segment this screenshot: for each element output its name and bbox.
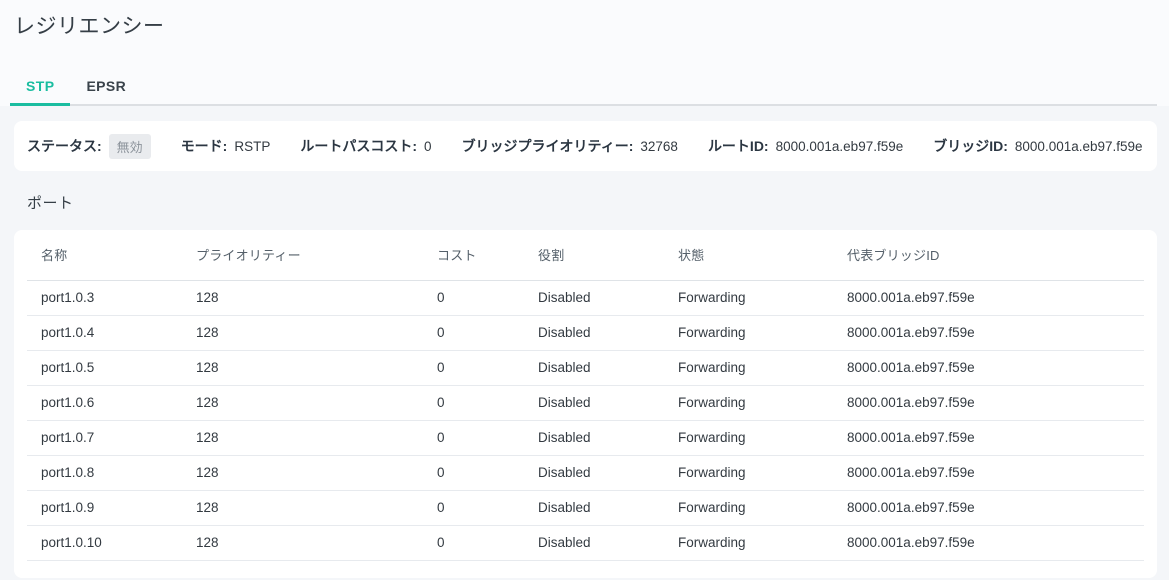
cost-cell: 0 xyxy=(423,280,524,315)
table-row: port1.0.41280DisabledForwarding8000.001a… xyxy=(27,315,1144,350)
tab-bar: STP EPSR xyxy=(10,66,1157,106)
port-name-cell: port1.0.7 xyxy=(27,420,182,455)
cost-cell: 0 xyxy=(423,385,524,420)
state-cell: Forwarding xyxy=(664,525,833,560)
port-table-card: 名称 プライオリティー コスト 役割 状態 代表ブリッジID port1.0.3… xyxy=(14,230,1157,578)
designated-bridge-id-cell: 8000.001a.eb97.f59e xyxy=(833,350,1144,385)
root-path-cost-field: ルートパスコスト: 0 xyxy=(300,136,431,156)
bridge-priority-label: ブリッジプライオリティー: xyxy=(462,136,634,156)
bridge-priority-field: ブリッジプライオリティー: 32768 xyxy=(462,136,678,156)
page-header: レジリエンシー STP EPSR xyxy=(0,0,1169,106)
table-row: port1.0.61280DisabledForwarding8000.001a… xyxy=(27,385,1144,420)
role-cell: Disabled xyxy=(524,525,664,560)
role-cell: Disabled xyxy=(524,350,664,385)
root-id-label: ルートID: xyxy=(708,136,769,156)
state-cell: Forwarding xyxy=(664,385,833,420)
port-name-cell: port1.0.9 xyxy=(27,490,182,525)
cost-cell: 0 xyxy=(423,420,524,455)
role-cell: Disabled xyxy=(524,385,664,420)
designated-bridge-id-cell: 8000.001a.eb97.f59e xyxy=(833,455,1144,490)
port-table: 名称 プライオリティー コスト 役割 状態 代表ブリッジID port1.0.3… xyxy=(27,230,1144,561)
tab-stp[interactable]: STP xyxy=(10,66,70,104)
designated-bridge-id-cell: 8000.001a.eb97.f59e xyxy=(833,280,1144,315)
priority-cell: 128 xyxy=(182,455,423,490)
designated-bridge-id-cell: 8000.001a.eb97.f59e xyxy=(833,420,1144,455)
column-header-priority: プライオリティー xyxy=(182,230,423,280)
cost-cell: 0 xyxy=(423,455,524,490)
state-cell: Forwarding xyxy=(664,315,833,350)
root-path-cost-label: ルートパスコスト: xyxy=(300,136,417,156)
status-badge: 無効 xyxy=(109,134,151,159)
state-cell: Forwarding xyxy=(664,350,833,385)
priority-cell: 128 xyxy=(182,525,423,560)
table-row: port1.0.31280DisabledForwarding8000.001a… xyxy=(27,280,1144,315)
status-field: ステータス: 無効 xyxy=(27,134,151,159)
cost-cell: 0 xyxy=(423,315,524,350)
port-name-cell: port1.0.3 xyxy=(27,280,182,315)
port-section-title: ポート xyxy=(27,192,1157,213)
stp-status-bar: ステータス: 無効 モード: RSTP ルートパスコスト: 0 ブリッジプライオ… xyxy=(14,121,1157,171)
port-name-cell: port1.0.8 xyxy=(27,455,182,490)
column-header-role: 役割 xyxy=(524,230,664,280)
status-label: ステータス: xyxy=(27,136,102,156)
column-header-cost: コスト xyxy=(423,230,524,280)
mode-label: モード: xyxy=(181,136,228,156)
bridge-id-label: ブリッジID: xyxy=(933,136,1008,156)
cost-cell: 0 xyxy=(423,490,524,525)
priority-cell: 128 xyxy=(182,350,423,385)
role-cell: Disabled xyxy=(524,455,664,490)
bridge-priority-value: 32768 xyxy=(640,139,678,154)
bridge-id-value: 8000.001a.eb97.f59e xyxy=(1015,139,1143,154)
column-header-name: 名称 xyxy=(27,230,182,280)
priority-cell: 128 xyxy=(182,420,423,455)
mode-value: RSTP xyxy=(234,139,270,154)
priority-cell: 128 xyxy=(182,385,423,420)
table-row: port1.0.91280DisabledForwarding8000.001a… xyxy=(27,490,1144,525)
mode-field: モード: RSTP xyxy=(181,136,271,156)
root-id-field: ルートID: 8000.001a.eb97.f59e xyxy=(708,136,903,156)
state-cell: Forwarding xyxy=(664,490,833,525)
port-name-cell: port1.0.10 xyxy=(27,525,182,560)
table-row: port1.0.51280DisabledForwarding8000.001a… xyxy=(27,350,1144,385)
table-row: port1.0.81280DisabledForwarding8000.001a… xyxy=(27,455,1144,490)
role-cell: Disabled xyxy=(524,280,664,315)
role-cell: Disabled xyxy=(524,490,664,525)
designated-bridge-id-cell: 8000.001a.eb97.f59e xyxy=(833,315,1144,350)
table-header-row: 名称 プライオリティー コスト 役割 状態 代表ブリッジID xyxy=(27,230,1144,280)
port-name-cell: port1.0.5 xyxy=(27,350,182,385)
priority-cell: 128 xyxy=(182,315,423,350)
port-name-cell: port1.0.4 xyxy=(27,315,182,350)
tab-epsr[interactable]: EPSR xyxy=(70,66,142,104)
table-row: port1.0.71280DisabledForwarding8000.001a… xyxy=(27,420,1144,455)
designated-bridge-id-cell: 8000.001a.eb97.f59e xyxy=(833,385,1144,420)
role-cell: Disabled xyxy=(524,420,664,455)
state-cell: Forwarding xyxy=(664,455,833,490)
column-header-designated-bridge-id: 代表ブリッジID xyxy=(833,230,1144,280)
priority-cell: 128 xyxy=(182,280,423,315)
table-row: port1.0.101280DisabledForwarding8000.001… xyxy=(27,525,1144,560)
state-cell: Forwarding xyxy=(664,280,833,315)
root-id-value: 8000.001a.eb97.f59e xyxy=(776,139,904,154)
cost-cell: 0 xyxy=(423,350,524,385)
bridge-id-field: ブリッジID: 8000.001a.eb97.f59e xyxy=(933,136,1142,156)
designated-bridge-id-cell: 8000.001a.eb97.f59e xyxy=(833,490,1144,525)
cost-cell: 0 xyxy=(423,525,524,560)
port-name-cell: port1.0.6 xyxy=(27,385,182,420)
page-title: レジリエンシー xyxy=(14,10,1169,40)
priority-cell: 128 xyxy=(182,490,423,525)
content-area: ステータス: 無効 モード: RSTP ルートパスコスト: 0 ブリッジプライオ… xyxy=(0,106,1169,580)
root-path-cost-value: 0 xyxy=(424,139,432,154)
role-cell: Disabled xyxy=(524,315,664,350)
state-cell: Forwarding xyxy=(664,420,833,455)
column-header-state: 状態 xyxy=(664,230,833,280)
designated-bridge-id-cell: 8000.001a.eb97.f59e xyxy=(833,525,1144,560)
